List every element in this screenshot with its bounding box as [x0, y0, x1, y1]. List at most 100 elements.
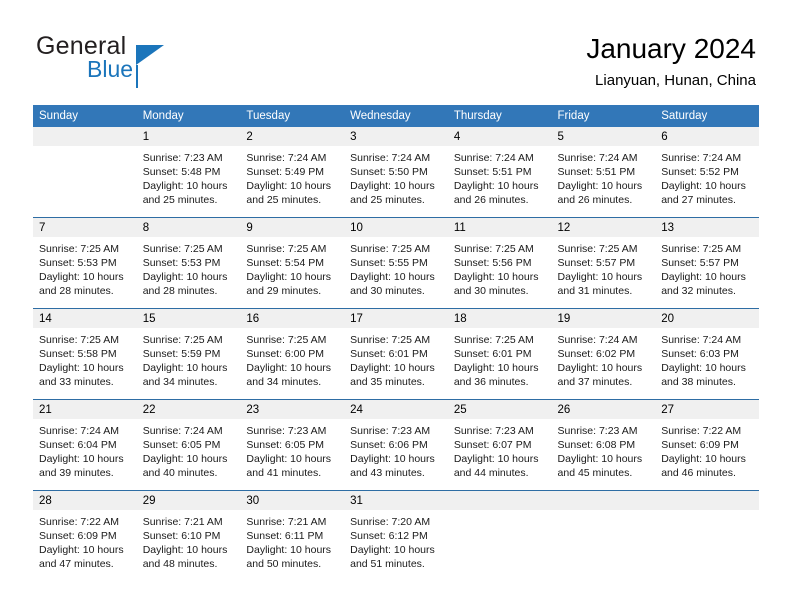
calendar-day-cell[interactable]: 1 Sunrise: 7:23 AM Sunset: 5:48 PM Daylight…	[136, 127, 241, 218]
day-detail-daylight2: and 28 minutes.	[39, 285, 114, 297]
day-details: Sunrise: 7:23 AM Sunset: 6:08 PM Daylight:…	[552, 419, 656, 480]
day-detail-sunset: Sunset: 6:07 PM	[453, 439, 532, 451]
calendar-day-cell[interactable]: 12 Sunrise: 7:25 AM Sunset: 5:57 PM Dayligh…	[551, 217, 656, 309]
day-detail-sunrise: Sunrise: 7:23 AM	[246, 425, 327, 437]
calendar-day-cell[interactable]: 10 Sunrise: 7:25 AM Sunset: 5:55 PM Dayligh…	[344, 217, 448, 309]
day-number: 31	[344, 491, 448, 510]
calendar-day-cell[interactable]: 18 Sunrise: 7:25 AM Sunset: 6:01 PM Dayligh…	[447, 308, 552, 400]
day-detail-sunrise: Sunrise: 7:21 AM	[142, 516, 223, 528]
day-detail-daylight2: and 25 minutes.	[350, 194, 425, 206]
calendar-grid: Sunday Monday Tuesday Wednesday Thursday…	[33, 105, 759, 581]
calendar-page: General Blue January 2024 Lianyuan, Huna…	[0, 0, 792, 612]
day-number: 17	[344, 309, 448, 328]
calendar-day-cell[interactable]: 6 Sunrise: 7:24 AM Sunset: 5:52 PM Daylight…	[655, 127, 759, 218]
calendar-day-cell[interactable]: 28 Sunrise: 7:22 AM Sunset: 6:09 PM Dayligh…	[33, 490, 137, 581]
day-detail-sunset: Sunset: 6:05 PM	[246, 439, 325, 451]
day-detail-sunrise: Sunrise: 7:24 AM	[39, 425, 119, 437]
day-cell-inner: 6 Sunrise: 7:24 AM Sunset: 5:52 PM Daylight…	[655, 127, 759, 217]
calendar-body: 1 Sunrise: 7:23 AM Sunset: 5:48 PM Daylight…	[33, 127, 759, 581]
calendar-day-cell[interactable]: 11 Sunrise: 7:25 AM Sunset: 5:56 PM Dayligh…	[447, 217, 552, 309]
day-detail-daylight2: and 30 minutes.	[453, 285, 529, 297]
day-detail-daylight2: and 32 minutes.	[661, 285, 736, 297]
day-cell-inner: 28 Sunrise: 7:22 AM Sunset: 6:09 PM Dayligh…	[33, 491, 137, 581]
calendar-day-cell[interactable]: 14 Sunrise: 7:25 AM Sunset: 5:58 PM Dayligh…	[33, 308, 137, 400]
calendar-day-cell[interactable]: 27 Sunrise: 7:22 AM Sunset: 6:09 PM Dayligh…	[655, 399, 759, 491]
day-number: 4	[447, 127, 552, 146]
day-detail-sunrise: Sunrise: 7:25 AM	[142, 243, 223, 255]
day-number: 20	[655, 309, 759, 328]
day-number: 22	[136, 400, 241, 419]
calendar-day-cell[interactable]: 30 Sunrise: 7:21 AM Sunset: 6:11 PM Dayligh…	[240, 490, 345, 581]
day-details: Sunrise: 7:20 AM Sunset: 6:12 PM Daylight:…	[344, 510, 448, 571]
day-detail-sunrise: Sunrise: 7:24 AM	[142, 425, 223, 437]
page-subtitle: Lianyuan, Hunan, China	[595, 72, 756, 89]
day-detail-daylight1: Daylight: 10 hours	[350, 271, 435, 283]
day-detail-daylight2: and 36 minutes.	[453, 376, 529, 388]
calendar-day-cell[interactable]: 2 Sunrise: 7:24 AM Sunset: 5:49 PM Daylight…	[240, 127, 345, 218]
day-number: 1	[136, 127, 241, 146]
day-number: 26	[551, 400, 656, 419]
day-detail-sunrise: Sunrise: 7:25 AM	[142, 334, 223, 346]
day-details: Sunrise: 7:21 AM Sunset: 6:10 PM Daylight:…	[137, 510, 241, 571]
day-detail-sunset: Sunset: 6:03 PM	[661, 348, 739, 360]
calendar-day-cell[interactable]: 15 Sunrise: 7:25 AM Sunset: 5:59 PM Dayligh…	[136, 308, 241, 400]
day-detail-sunset: Sunset: 6:05 PM	[142, 439, 221, 451]
day-details: Sunrise: 7:24 AM Sunset: 5:49 PM Daylight:…	[240, 146, 344, 207]
calendar-day-cell[interactable]: 13 Sunrise: 7:25 AM Sunset: 5:57 PM Dayligh…	[655, 217, 759, 309]
day-detail-daylight2: and 25 minutes.	[142, 194, 218, 206]
weekday-header-friday: Friday	[551, 105, 656, 127]
calendar-day-cell[interactable]: 23 Sunrise: 7:23 AM Sunset: 6:05 PM Dayligh…	[240, 399, 345, 491]
day-cell-inner: 7 Sunrise: 7:25 AM Sunset: 5:53 PM Daylight…	[33, 218, 137, 308]
calendar-day-cell-empty	[447, 490, 552, 581]
day-details: Sunrise: 7:24 AM Sunset: 6:05 PM Daylight:…	[137, 419, 241, 480]
day-detail-daylight1: Daylight: 10 hours	[39, 544, 124, 556]
weekday-header-tuesday: Tuesday	[240, 105, 345, 127]
calendar-day-cell[interactable]: 17 Sunrise: 7:25 AM Sunset: 6:01 PM Dayligh…	[344, 308, 448, 400]
calendar-week-row: 21 Sunrise: 7:24 AM Sunset: 6:04 PM Dayligh…	[33, 399, 759, 491]
day-detail-sunrise: Sunrise: 7:22 AM	[661, 425, 742, 437]
calendar-day-cell[interactable]: 16 Sunrise: 7:25 AM Sunset: 6:00 PM Dayligh…	[240, 308, 345, 400]
day-details: Sunrise: 7:25 AM Sunset: 5:58 PM Daylight:…	[33, 328, 137, 389]
calendar-day-cell[interactable]: 31 Sunrise: 7:20 AM Sunset: 6:12 PM Dayligh…	[344, 490, 448, 581]
day-detail-sunrise: Sunrise: 7:24 AM	[453, 152, 534, 164]
day-details: Sunrise: 7:24 AM Sunset: 5:51 PM Daylight:…	[552, 146, 656, 207]
calendar-day-cell[interactable]: 20 Sunrise: 7:24 AM Sunset: 6:03 PM Dayligh…	[655, 308, 759, 400]
day-detail-sunset: Sunset: 5:48 PM	[142, 166, 221, 178]
day-detail-daylight1: Daylight: 10 hours	[661, 453, 746, 465]
day-detail-daylight2: and 35 minutes.	[350, 376, 425, 388]
day-details: Sunrise: 7:21 AM Sunset: 6:11 PM Daylight:…	[240, 510, 344, 571]
day-detail-daylight2: and 34 minutes.	[246, 376, 322, 388]
day-detail-sunset: Sunset: 5:53 PM	[142, 257, 221, 269]
day-number: 3	[344, 127, 448, 146]
calendar-day-cell[interactable]: 21 Sunrise: 7:24 AM Sunset: 6:04 PM Dayligh…	[33, 399, 137, 491]
calendar-day-cell[interactable]: 3 Sunrise: 7:24 AM Sunset: 5:50 PM Daylight…	[344, 127, 448, 218]
day-detail-sunrise: Sunrise: 7:23 AM	[350, 425, 431, 437]
day-detail-sunset: Sunset: 5:56 PM	[453, 257, 532, 269]
calendar-day-cell[interactable]: 9 Sunrise: 7:25 AM Sunset: 5:54 PM Daylight…	[240, 217, 345, 309]
day-cell-inner: 14 Sunrise: 7:25 AM Sunset: 5:58 PM Dayligh…	[33, 309, 137, 399]
calendar-day-cell[interactable]: 5 Sunrise: 7:24 AM Sunset: 5:51 PM Daylight…	[551, 127, 656, 218]
day-number	[655, 491, 759, 510]
calendar-day-cell[interactable]: 22 Sunrise: 7:24 AM Sunset: 6:05 PM Dayligh…	[136, 399, 241, 491]
day-details: Sunrise: 7:23 AM Sunset: 6:05 PM Daylight:…	[240, 419, 344, 480]
day-cell-inner: 16 Sunrise: 7:25 AM Sunset: 6:00 PM Dayligh…	[240, 309, 345, 399]
calendar-day-cell[interactable]: 29 Sunrise: 7:21 AM Sunset: 6:10 PM Dayligh…	[136, 490, 241, 581]
calendar-day-cell[interactable]: 25 Sunrise: 7:23 AM Sunset: 6:07 PM Dayligh…	[447, 399, 552, 491]
day-cell-inner: 12 Sunrise: 7:25 AM Sunset: 5:57 PM Dayligh…	[551, 218, 656, 308]
day-detail-sunrise: Sunrise: 7:24 AM	[557, 334, 638, 346]
day-detail-daylight2: and 26 minutes.	[453, 194, 529, 206]
calendar-day-cell[interactable]: 26 Sunrise: 7:23 AM Sunset: 6:08 PM Dayligh…	[551, 399, 656, 491]
day-cell-inner: 29 Sunrise: 7:21 AM Sunset: 6:10 PM Dayligh…	[136, 491, 241, 581]
weekday-header-thursday: Thursday	[447, 105, 552, 127]
calendar-day-cell[interactable]: 24 Sunrise: 7:23 AM Sunset: 6:06 PM Dayligh…	[344, 399, 448, 491]
calendar-day-cell[interactable]: 8 Sunrise: 7:25 AM Sunset: 5:53 PM Daylight…	[136, 217, 241, 309]
calendar-day-cell[interactable]: 7 Sunrise: 7:25 AM Sunset: 5:53 PM Daylight…	[33, 217, 137, 309]
day-detail-daylight2: and 46 minutes.	[661, 467, 736, 479]
day-details: Sunrise: 7:25 AM Sunset: 5:55 PM Daylight:…	[344, 237, 448, 298]
calendar-week-row: 14 Sunrise: 7:25 AM Sunset: 5:58 PM Dayligh…	[33, 308, 759, 400]
general-blue-logo[interactable]: General Blue	[36, 32, 266, 88]
day-number: 12	[551, 218, 656, 237]
calendar-day-cell[interactable]: 19 Sunrise: 7:24 AM Sunset: 6:02 PM Dayligh…	[551, 308, 656, 400]
day-detail-daylight2: and 30 minutes.	[350, 285, 425, 297]
calendar-day-cell[interactable]: 4 Sunrise: 7:24 AM Sunset: 5:51 PM Daylight…	[447, 127, 552, 218]
